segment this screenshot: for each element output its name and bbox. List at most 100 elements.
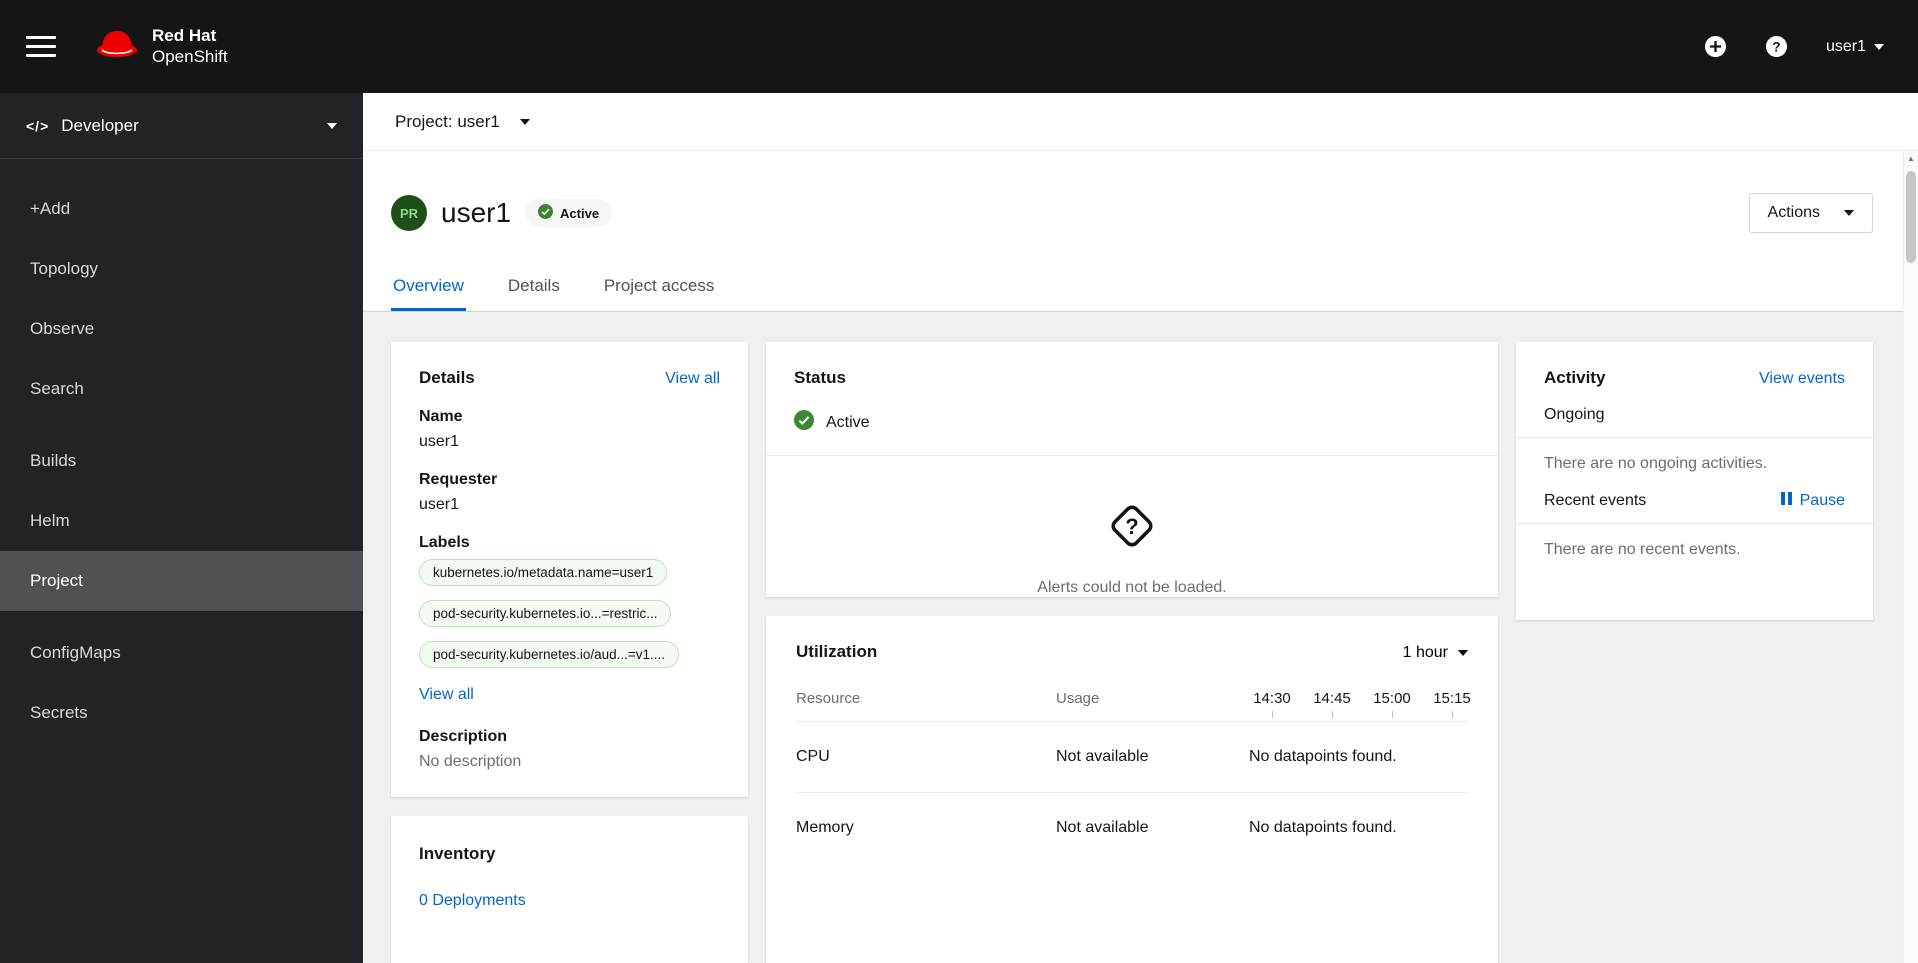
redhat-hat-icon xyxy=(94,28,140,65)
code-icon: </> xyxy=(26,117,50,134)
view-events-link[interactable]: View events xyxy=(1759,370,1845,388)
scroll-up-arrow[interactable]: ▲ xyxy=(1904,154,1918,163)
recent-events-label: Recent events xyxy=(1544,492,1647,509)
actions-label: Actions xyxy=(1767,204,1820,221)
resource-column-header: Resource xyxy=(796,690,861,707)
deployments-link[interactable]: 0 Deployments xyxy=(419,892,526,910)
name-value: user1 xyxy=(419,433,460,450)
labels-label: Labels xyxy=(419,534,470,551)
check-circle-icon xyxy=(538,204,554,222)
chevron-down-icon xyxy=(1844,210,1854,216)
activity-card-title: Activity xyxy=(1544,368,1606,387)
sidebar-item-observe[interactable]: Observe xyxy=(0,299,363,359)
duration-dropdown[interactable]: 1 hour xyxy=(1403,644,1468,662)
page-title: user1 xyxy=(441,197,512,228)
recent-empty-message: There are no recent events. xyxy=(1544,541,1741,558)
unknown-alert-icon: ? xyxy=(1104,498,1160,559)
vertical-scrollbar[interactable]: ▲ xyxy=(1903,151,1918,963)
project-resource-badge: PR xyxy=(391,195,427,231)
labels-view-all-link[interactable]: View all xyxy=(419,686,474,704)
description-label: Description xyxy=(419,728,508,745)
check-circle-icon xyxy=(794,410,814,435)
ongoing-empty-message: There are no ongoing activities. xyxy=(1544,455,1768,472)
status-card: Status Active ? Alerts could not be load… xyxy=(766,342,1498,597)
resource-name: CPU xyxy=(796,748,830,765)
duration-value: 1 hour xyxy=(1402,644,1448,661)
chevron-down-icon xyxy=(1458,650,1468,656)
status-badge-label: Active xyxy=(560,205,600,221)
perspective-label: Developer xyxy=(61,115,139,135)
resource-datapoints: No datapoints found. xyxy=(1249,819,1397,836)
tab-project-access[interactable]: Project access xyxy=(602,263,717,311)
sidebar-item-configmaps[interactable]: ConfigMaps xyxy=(0,623,363,683)
label-chip[interactable]: kubernetes.io/metadata.name=user1 xyxy=(419,559,668,586)
time-tick-label: 14:45 xyxy=(1309,690,1355,718)
sidebar: </> Developer +Add Topology Observe Sear… xyxy=(0,93,363,963)
requester-label: Requester xyxy=(419,471,498,488)
utilization-row-cpu: CPU Not available No datapoints found. xyxy=(796,721,1468,792)
utilization-row-memory: Memory Not available No datapoints found… xyxy=(796,792,1468,863)
label-chip[interactable]: pod-security.kubernetes.io...=restric... xyxy=(419,600,672,627)
status-value: Active xyxy=(826,413,870,431)
inventory-card-title: Inventory xyxy=(419,844,496,863)
page-header: PR user1 Active Actions Overview Details… xyxy=(363,151,1918,312)
nav-section-gap xyxy=(0,611,363,623)
chevron-down-icon xyxy=(1874,43,1884,50)
pause-events-button[interactable]: Pause xyxy=(1780,492,1845,510)
utilization-card-title: Utilization xyxy=(796,642,878,661)
chevron-down-icon xyxy=(327,122,337,129)
nav-toggle-button[interactable] xyxy=(26,36,56,57)
sidebar-item-search[interactable]: Search xyxy=(0,359,363,419)
alerts-empty-message: Alerts could not be loaded. xyxy=(1037,579,1227,596)
time-axis: 14:30 14:45 15:00 15:15 xyxy=(1231,690,1475,718)
sidebar-item-secrets[interactable]: Secrets xyxy=(0,683,363,743)
resource-name: Memory xyxy=(796,819,854,836)
perspective-switcher[interactable]: </> Developer xyxy=(0,93,363,159)
project-selector[interactable]: Project: user1 xyxy=(363,93,1918,151)
sidebar-item-builds[interactable]: Builds xyxy=(0,431,363,491)
description-value: No description xyxy=(419,753,522,770)
scrollbar-thumb[interactable] xyxy=(1906,171,1916,263)
tab-bar: Overview Details Project access xyxy=(391,263,1873,311)
user-menu-label: user1 xyxy=(1825,37,1866,55)
sidebar-item-add[interactable]: +Add xyxy=(0,179,363,239)
tab-details[interactable]: Details xyxy=(506,263,562,311)
chevron-down-icon xyxy=(519,118,530,125)
sidebar-item-project[interactable]: Project xyxy=(0,551,363,611)
sidebar-item-helm[interactable]: Helm xyxy=(0,491,363,551)
brand-logo: Red Hat OpenShift xyxy=(94,26,228,67)
time-tick-label: 15:00 xyxy=(1369,690,1415,718)
usage-column-header: Usage xyxy=(1056,690,1100,707)
brand-line2: OpenShift xyxy=(152,46,228,66)
help-icon[interactable]: ? xyxy=(1765,35,1788,58)
name-label: Name xyxy=(419,408,463,425)
user-menu[interactable]: user1 xyxy=(1826,38,1884,56)
add-circle-icon[interactable] xyxy=(1704,35,1727,58)
utilization-card: Utilization 1 hour Resource Usage 14:30 … xyxy=(766,616,1498,963)
time-tick-label: 15:15 xyxy=(1429,690,1475,718)
svg-text:?: ? xyxy=(1125,514,1138,539)
ongoing-section-label: Ongoing xyxy=(1544,406,1605,423)
inventory-card: Inventory 0 Deployments xyxy=(391,816,748,963)
details-card-title: Details xyxy=(419,368,475,387)
label-chip[interactable]: pod-security.kubernetes.io/aud...=v1.... xyxy=(419,641,680,668)
overview-dashboard: Details View all Name user1 Requester us… xyxy=(363,312,1918,963)
details-view-all-link[interactable]: View all xyxy=(665,370,720,388)
svg-text:?: ? xyxy=(1772,39,1780,54)
resource-datapoints: No datapoints found. xyxy=(1249,748,1397,765)
main-content: Project: user1 PR user1 Active Actions O… xyxy=(363,93,1918,963)
brand-line1: Red Hat xyxy=(152,26,217,46)
requester-value: user1 xyxy=(419,496,460,513)
project-selector-label: Project: user1 xyxy=(395,111,500,131)
sidebar-item-topology[interactable]: Topology xyxy=(0,239,363,299)
resource-usage: Not available xyxy=(1056,748,1149,765)
activity-card: Activity View events Ongoing There are n… xyxy=(1516,342,1873,620)
nav-section-gap xyxy=(0,419,363,431)
tab-overview[interactable]: Overview xyxy=(391,263,466,311)
status-card-title: Status xyxy=(794,368,846,387)
actions-dropdown-button[interactable]: Actions xyxy=(1748,193,1873,233)
time-tick-label: 14:30 xyxy=(1249,690,1295,718)
pause-icon xyxy=(1780,492,1792,510)
details-card: Details View all Name user1 Requester us… xyxy=(391,342,748,797)
status-badge: Active xyxy=(525,199,613,227)
